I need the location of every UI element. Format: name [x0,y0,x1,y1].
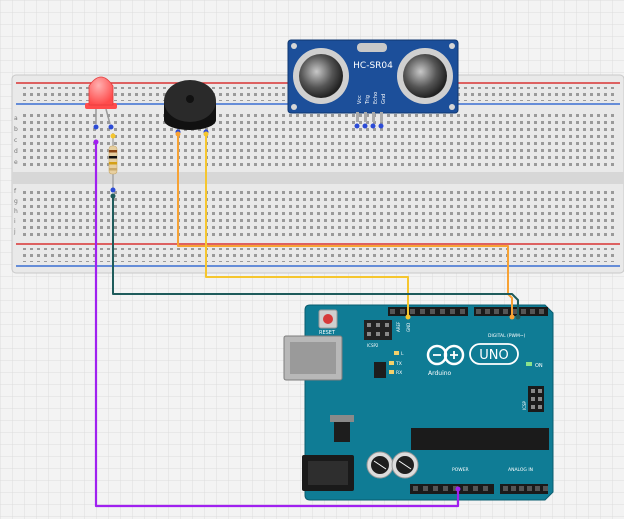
row-letter: b [14,126,18,133]
row-letter: j [13,228,16,235]
row-letter: g [14,198,18,205]
row-letter: d [14,148,18,155]
sensor-pin-label: Echo [373,92,379,104]
l-led [394,351,399,355]
icsp2-label: ICSP2 [367,343,379,348]
buzzer[interactable] [164,80,216,135]
gnd-label: GND [406,323,411,332]
digital-label: DIGITAL (PWM~) [488,333,526,339]
rx-led [389,370,394,374]
capacitor-2 [391,451,419,479]
sensor-model-label: HC-SR04 [353,61,393,71]
reset-label: RESET [319,330,336,336]
atmega-chip [411,428,549,450]
sensor-pin-label: Trig [365,95,371,105]
aref-label: AREF [396,321,401,332]
power-label: POWER [452,467,469,473]
center-channel [12,172,624,184]
rx-label: RX [396,370,402,376]
sensor-pin-label: Gnd [381,94,387,104]
usb-chip [374,362,386,378]
on-led [526,362,532,366]
right-transducer [397,48,453,104]
tx-label: TX [395,361,402,367]
voltage-regulator [334,420,350,442]
on-label: ON [535,363,543,369]
analog-header[interactable] [500,484,548,494]
crystal [357,43,387,52]
circuit-canvas: a b c d e f g h i j HC-SR04 Vcc Trig Ech… [0,0,624,519]
analog-label: ANALOG IN [508,467,533,473]
power-header[interactable] [410,484,494,494]
arduino-uno-board[interactable]: RESET ICSP2 AREF GND DIGITAL (PWM~) L TX… [283,304,554,501]
icsp2-header[interactable] [364,320,392,340]
row-letter: e [14,159,18,166]
row-letter: a [14,115,18,122]
digital-header-1[interactable] [388,307,468,316]
icsp-label: ICSP [522,400,527,410]
tx-led [389,361,394,365]
arduino-brand-label: Arduino [428,370,452,377]
sensor-pin-label: Vcc [357,95,363,104]
row-letter: c [14,137,17,144]
uno-label: UNO [479,348,508,363]
capacitor-1 [366,451,394,479]
icsp-header[interactable] [528,386,544,412]
row-letter: h [14,208,18,215]
left-transducer [293,48,349,104]
